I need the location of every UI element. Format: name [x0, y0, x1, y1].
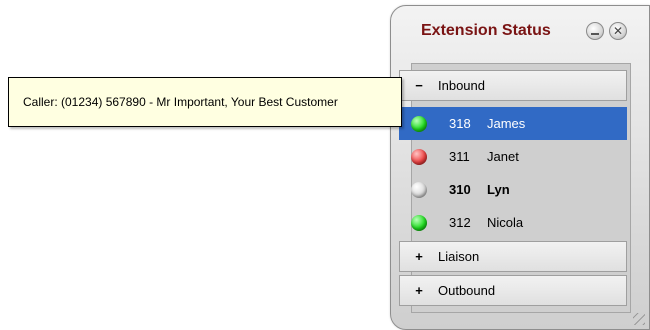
status-green-icon — [411, 115, 427, 132]
caller-tooltip: Caller: (01234) 567890 - Mr Important, Y… — [8, 77, 402, 127]
extension-status-window: Extension Status ✕ − Inbound 318 James 3… — [390, 5, 650, 330]
expand-icon: + — [415, 249, 423, 264]
collapse-icon: − — [415, 78, 423, 93]
status-red-icon — [411, 148, 427, 165]
extension-number: 311 — [449, 149, 470, 164]
group-outbound[interactable]: + Outbound — [399, 275, 627, 306]
resize-grip-icon[interactable] — [633, 313, 645, 325]
extension-name: Nicola — [487, 215, 524, 230]
extension-row-311[interactable]: 311 Janet — [399, 140, 627, 173]
extension-number: 310 — [449, 182, 471, 197]
close-button[interactable]: ✕ — [609, 22, 627, 40]
extension-row-310[interactable]: 310 Lyn — [399, 173, 627, 206]
group-label: Outbound — [438, 283, 496, 298]
minimize-icon — [591, 33, 599, 35]
extension-row-312[interactable]: 312 Nicola — [399, 206, 627, 239]
status-grey-icon — [411, 181, 427, 198]
extension-number: 312 — [449, 215, 471, 230]
group-label: Liaison — [438, 249, 480, 264]
extension-name: James — [487, 116, 526, 131]
group-label: Inbound — [438, 78, 485, 93]
expand-icon: + — [415, 283, 423, 298]
status-green-icon — [411, 214, 427, 231]
window-title: Extension Status — [421, 22, 551, 39]
extension-name: Janet — [487, 149, 519, 164]
group-inbound[interactable]: − Inbound — [399, 70, 627, 101]
extension-row-318[interactable]: 318 James — [399, 107, 627, 140]
group-liaison[interactable]: + Liaison — [399, 241, 627, 272]
extension-name: Lyn — [487, 182, 510, 197]
extension-number: 318 — [449, 116, 471, 131]
minimize-button[interactable] — [586, 22, 604, 40]
caller-tooltip-text: Caller: (01234) 567890 - Mr Important, Y… — [23, 95, 338, 109]
close-icon: ✕ — [612, 24, 624, 38]
